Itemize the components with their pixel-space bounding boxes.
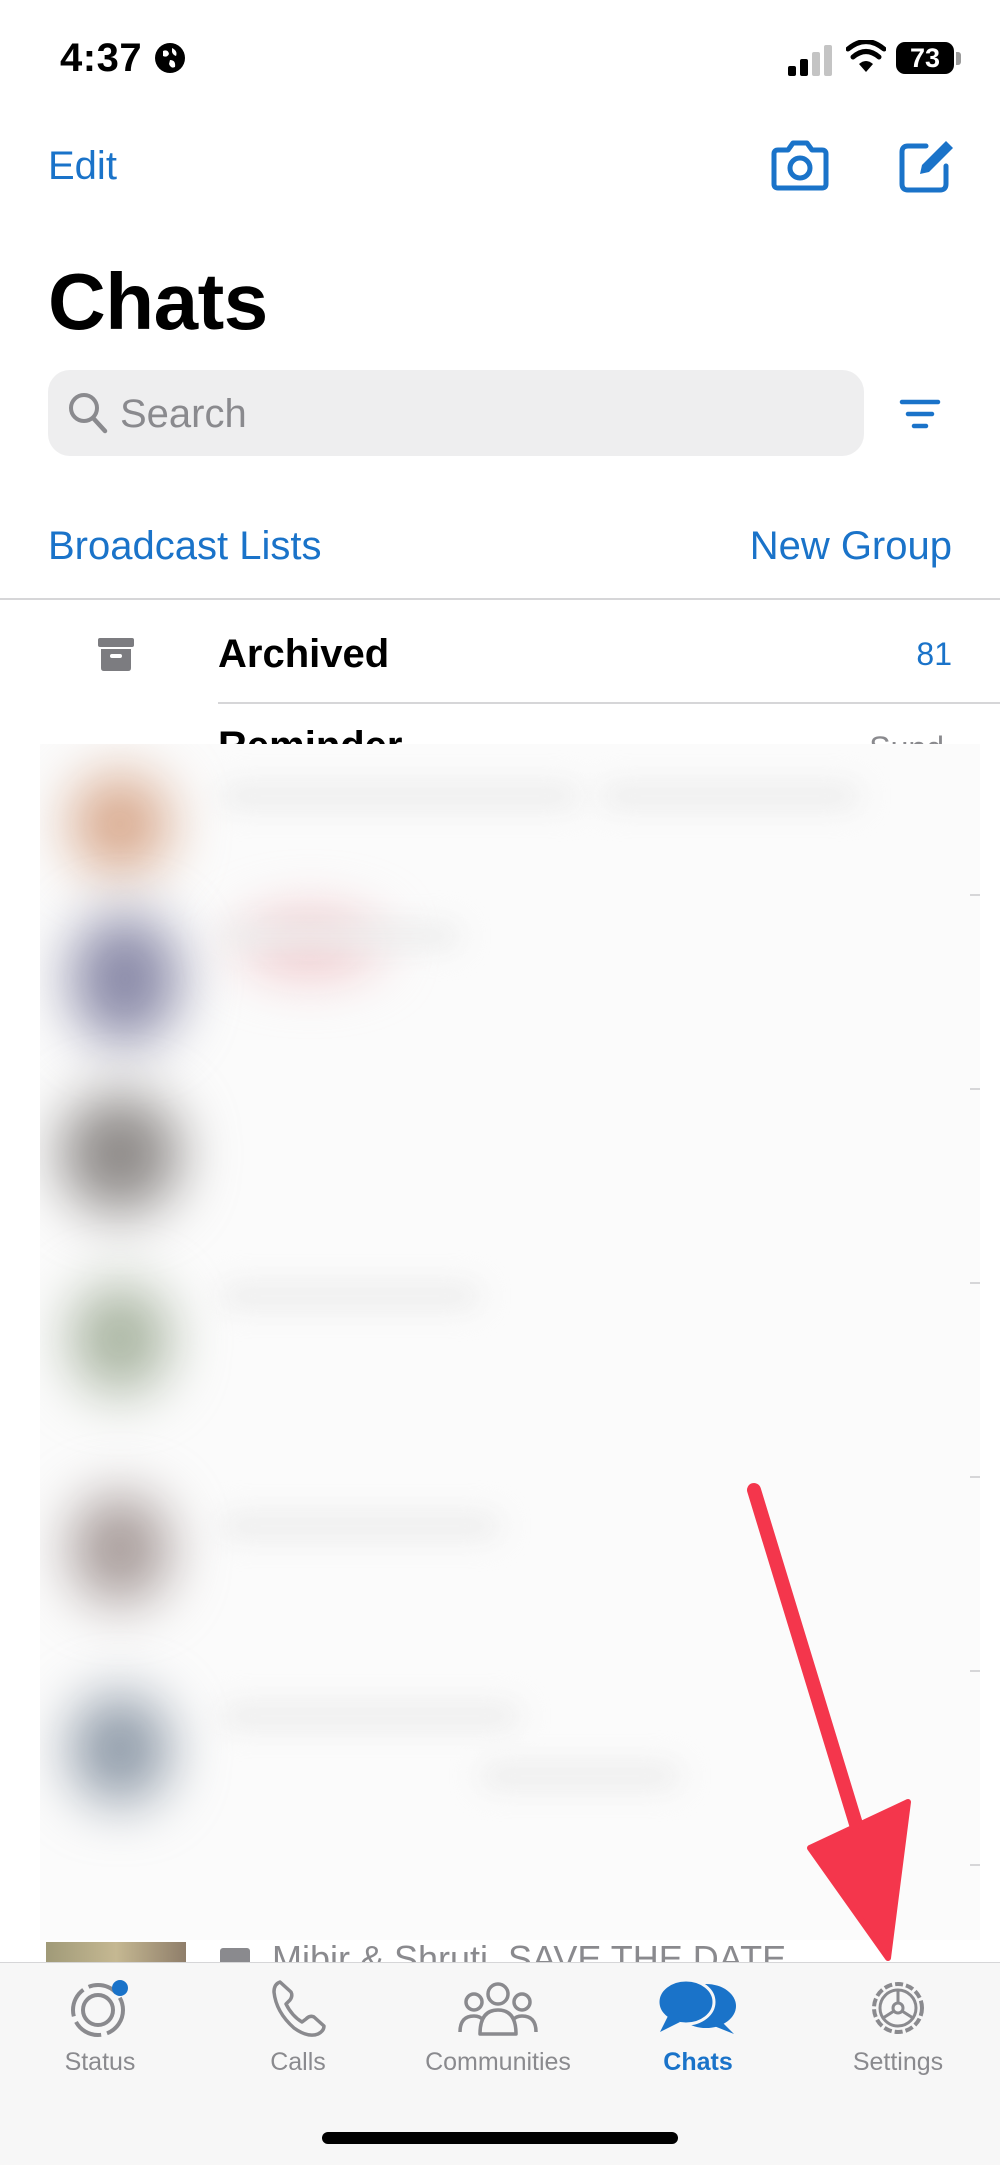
wifi-icon bbox=[846, 40, 886, 72]
divider bbox=[970, 1864, 980, 1866]
search-input[interactable] bbox=[118, 382, 822, 446]
chats-icon bbox=[656, 1978, 736, 2034]
filter-icon[interactable] bbox=[898, 396, 942, 432]
communities-icon bbox=[458, 1982, 538, 2036]
blurred-avatar bbox=[70, 914, 180, 1044]
blurred-text bbox=[600, 784, 860, 808]
archived-row-label[interactable]: Archived bbox=[218, 632, 389, 677]
divider bbox=[218, 702, 1000, 704]
tab-label: Chats bbox=[663, 2048, 733, 2076]
blurred-avatar bbox=[70, 1694, 170, 1804]
globe-icon bbox=[155, 43, 185, 73]
blurred-avatar bbox=[60, 1094, 180, 1214]
blurred-text bbox=[220, 784, 580, 808]
divider bbox=[970, 894, 980, 896]
blurred-text bbox=[220, 1284, 480, 1308]
gear-icon bbox=[872, 1982, 924, 2034]
camera-icon[interactable] bbox=[768, 136, 832, 196]
page-title: Chats bbox=[48, 257, 268, 346]
battery-cap bbox=[956, 52, 961, 65]
compose-new-chat-icon[interactable] bbox=[896, 136, 956, 196]
tab-communities[interactable]: Communities bbox=[398, 1976, 598, 2077]
battery-indicator: 73 bbox=[896, 42, 954, 74]
blurred-chat-list[interactable] bbox=[40, 744, 980, 1940]
blurred-text bbox=[220, 1514, 500, 1538]
cellular-signal-icon bbox=[788, 45, 832, 76]
chat-preview: Mibir & Shruti, SAVE THE DATE bbox=[272, 1938, 787, 1964]
blurred-text bbox=[480, 1764, 680, 1788]
tab-calls[interactable]: Calls bbox=[198, 1976, 398, 2077]
phone-icon bbox=[272, 1980, 326, 2037]
tab-settings[interactable]: Settings bbox=[798, 1976, 998, 2077]
divider bbox=[970, 1476, 980, 1478]
archived-count-badge: 81 bbox=[916, 636, 952, 672]
blurred-text bbox=[220, 1704, 520, 1728]
tab-label: Communities bbox=[425, 2048, 571, 2076]
search-icon bbox=[69, 393, 108, 434]
blurred-avatar bbox=[70, 1284, 170, 1394]
blurred-text bbox=[220, 924, 460, 948]
broadcast-lists-link[interactable]: Broadcast Lists bbox=[48, 524, 321, 569]
tab-label: Calls bbox=[270, 2048, 326, 2076]
blurred-avatar bbox=[70, 774, 170, 874]
status-icon bbox=[71, 1980, 128, 2037]
archive-icon bbox=[98, 638, 134, 671]
tab-chats[interactable]: Chats bbox=[598, 1976, 798, 2077]
divider bbox=[970, 1670, 980, 1672]
divider bbox=[970, 1282, 980, 1284]
edit-button[interactable]: Edit bbox=[48, 144, 117, 189]
blurred-avatar bbox=[70, 1494, 170, 1604]
home-indicator bbox=[322, 2132, 678, 2144]
new-group-link[interactable]: New Group bbox=[750, 524, 952, 569]
tab-label: Settings bbox=[852, 2048, 944, 2076]
divider bbox=[0, 598, 1000, 600]
tab-label: Status bbox=[64, 2048, 136, 2076]
status-time: 4:37 bbox=[60, 36, 143, 80]
tab-status[interactable]: Status bbox=[0, 1976, 200, 2077]
divider bbox=[970, 1088, 980, 1090]
